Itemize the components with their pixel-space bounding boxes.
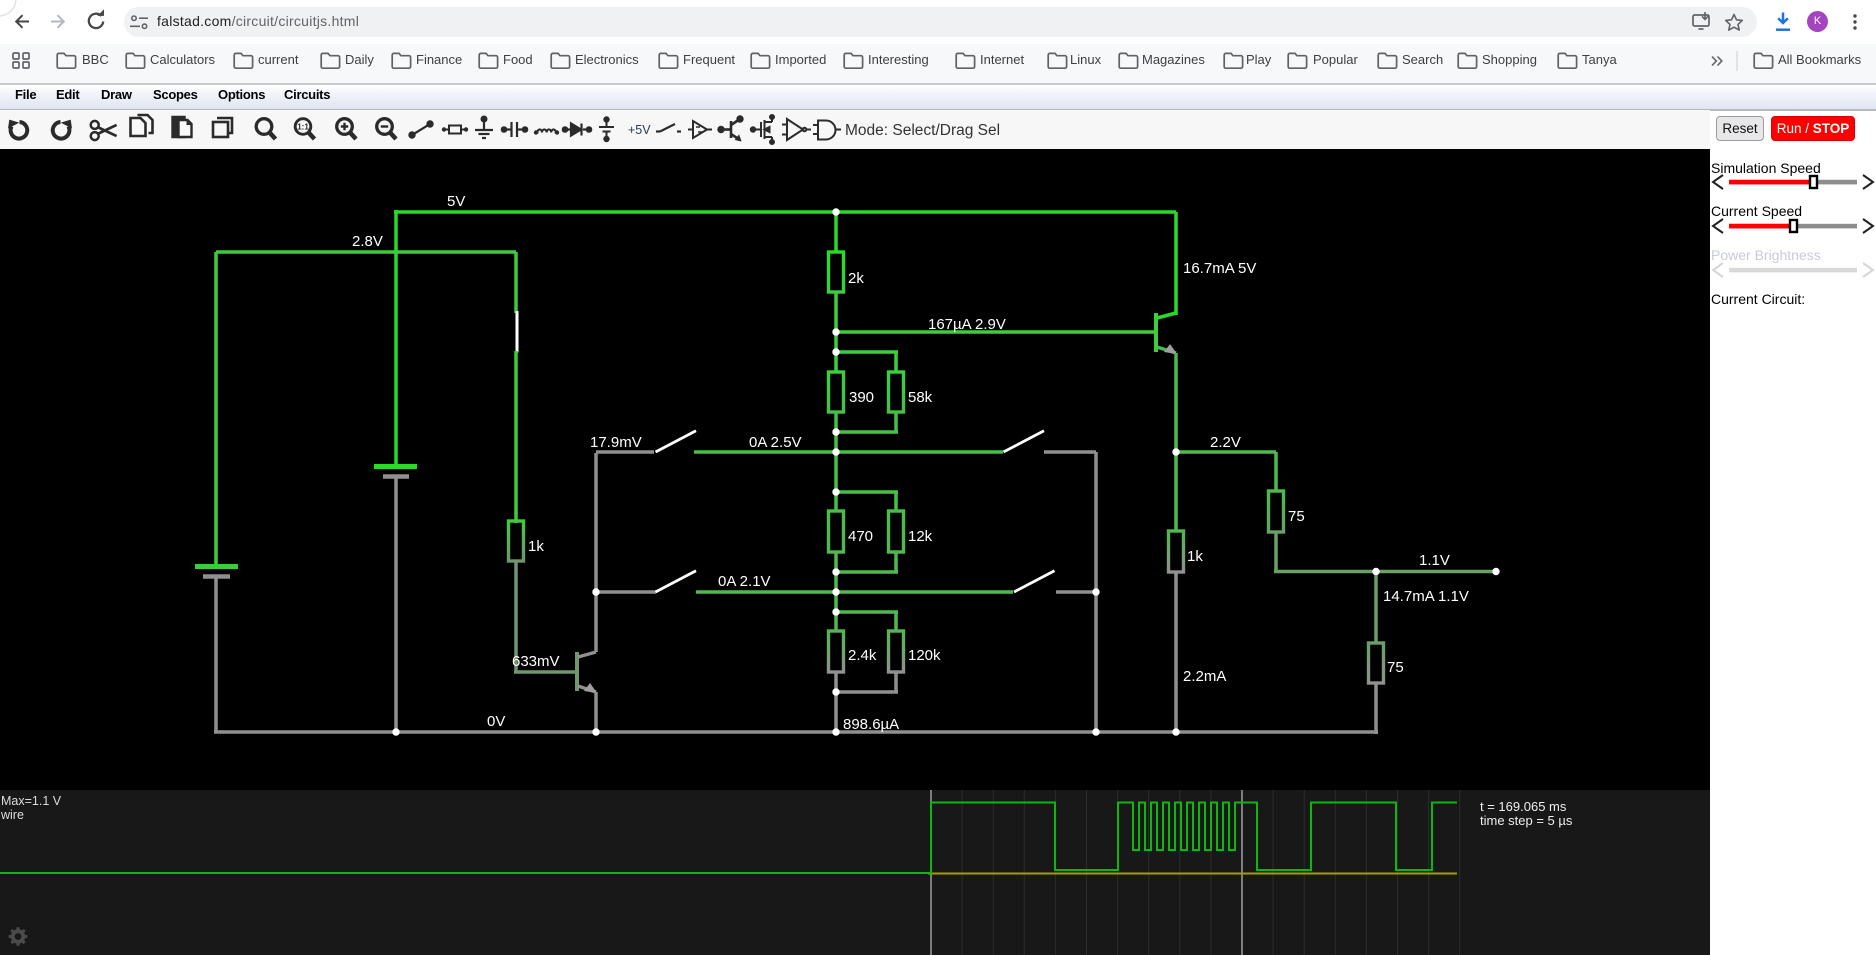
svg-text:16.7mA 5V: 16.7mA 5V bbox=[1183, 260, 1256, 277]
svg-text:2.2mA: 2.2mA bbox=[1183, 668, 1226, 685]
svg-text:time step = 5 µs: time step = 5 µs bbox=[1480, 813, 1573, 828]
svg-text:12k: 12k bbox=[908, 528, 933, 545]
svg-text:75: 75 bbox=[1288, 508, 1305, 525]
svg-text:Mode: Select/Drag Sel: Mode: Select/Drag Sel bbox=[845, 122, 1000, 139]
svg-text:5V: 5V bbox=[447, 193, 465, 210]
svg-text:2k: 2k bbox=[848, 270, 864, 287]
svg-text:2.8V: 2.8V bbox=[352, 233, 383, 250]
svg-text:167µA 2.9V: 167µA 2.9V bbox=[928, 316, 1006, 333]
svg-text:633mV: 633mV bbox=[512, 653, 560, 670]
svg-text:Max=1.1 V: Max=1.1 V bbox=[1, 794, 62, 808]
svg-text:2.2V: 2.2V bbox=[1210, 434, 1241, 451]
svg-text:1.1V: 1.1V bbox=[1419, 552, 1450, 569]
svg-text:1k: 1k bbox=[1187, 548, 1203, 565]
svg-text:58k: 58k bbox=[908, 389, 933, 406]
svg-text:1:1: 1:1 bbox=[297, 123, 309, 132]
svg-text:t = 169.065 ms: t = 169.065 ms bbox=[1480, 799, 1567, 814]
svg-text:390: 390 bbox=[849, 389, 874, 406]
svg-text:898.6µA: 898.6µA bbox=[843, 716, 899, 733]
svg-text:0A 2.5V: 0A 2.5V bbox=[749, 434, 802, 451]
svg-text:+5V: +5V bbox=[628, 123, 651, 137]
svg-text:0A 2.1V: 0A 2.1V bbox=[718, 573, 771, 590]
svg-text:1k: 1k bbox=[528, 538, 544, 555]
svg-text:0V: 0V bbox=[487, 713, 505, 730]
svg-text:75: 75 bbox=[1387, 659, 1404, 676]
svg-text:wire: wire bbox=[0, 808, 24, 822]
svg-text:470: 470 bbox=[848, 528, 873, 545]
svg-text:2.4k: 2.4k bbox=[848, 647, 877, 664]
svg-text:14.7mA 1.1V: 14.7mA 1.1V bbox=[1383, 588, 1469, 605]
svg-text:17.9mV: 17.9mV bbox=[590, 434, 642, 451]
svg-text:120k: 120k bbox=[908, 647, 941, 664]
